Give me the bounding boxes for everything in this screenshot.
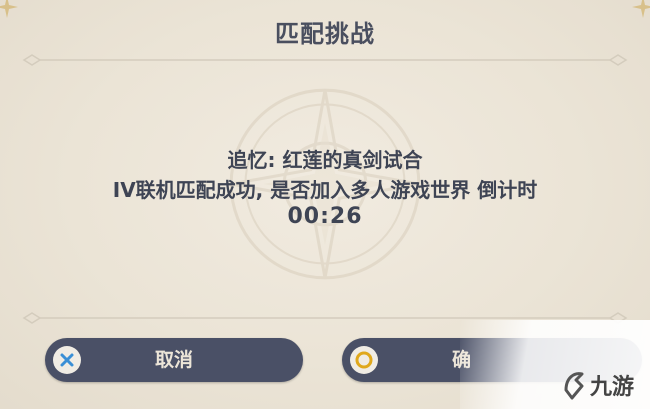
top-divider bbox=[22, 54, 628, 66]
match-success-text: IV联机匹配成功, 是否加入多人游戏世界 倒计时 bbox=[112, 178, 538, 202]
match-challenge-dialog: 匹配挑战 追忆: 红莲的真剑试合 IV联机匹配成功, 是否加入多人游戏世界 倒计… bbox=[0, 0, 650, 409]
countdown-timer: 00:26 bbox=[287, 204, 363, 229]
dialog-title: 匹配挑战 bbox=[275, 20, 375, 48]
brand-name: 九游 bbox=[589, 374, 634, 400]
brand-logo: 九游 bbox=[564, 372, 634, 400]
cancel-button[interactable]: 取消 bbox=[45, 338, 303, 382]
domain-name-text: 追忆: 红莲的真剑试合 bbox=[227, 148, 423, 172]
circle-icon bbox=[350, 346, 378, 374]
cancel-button-label: 取消 bbox=[154, 349, 193, 371]
